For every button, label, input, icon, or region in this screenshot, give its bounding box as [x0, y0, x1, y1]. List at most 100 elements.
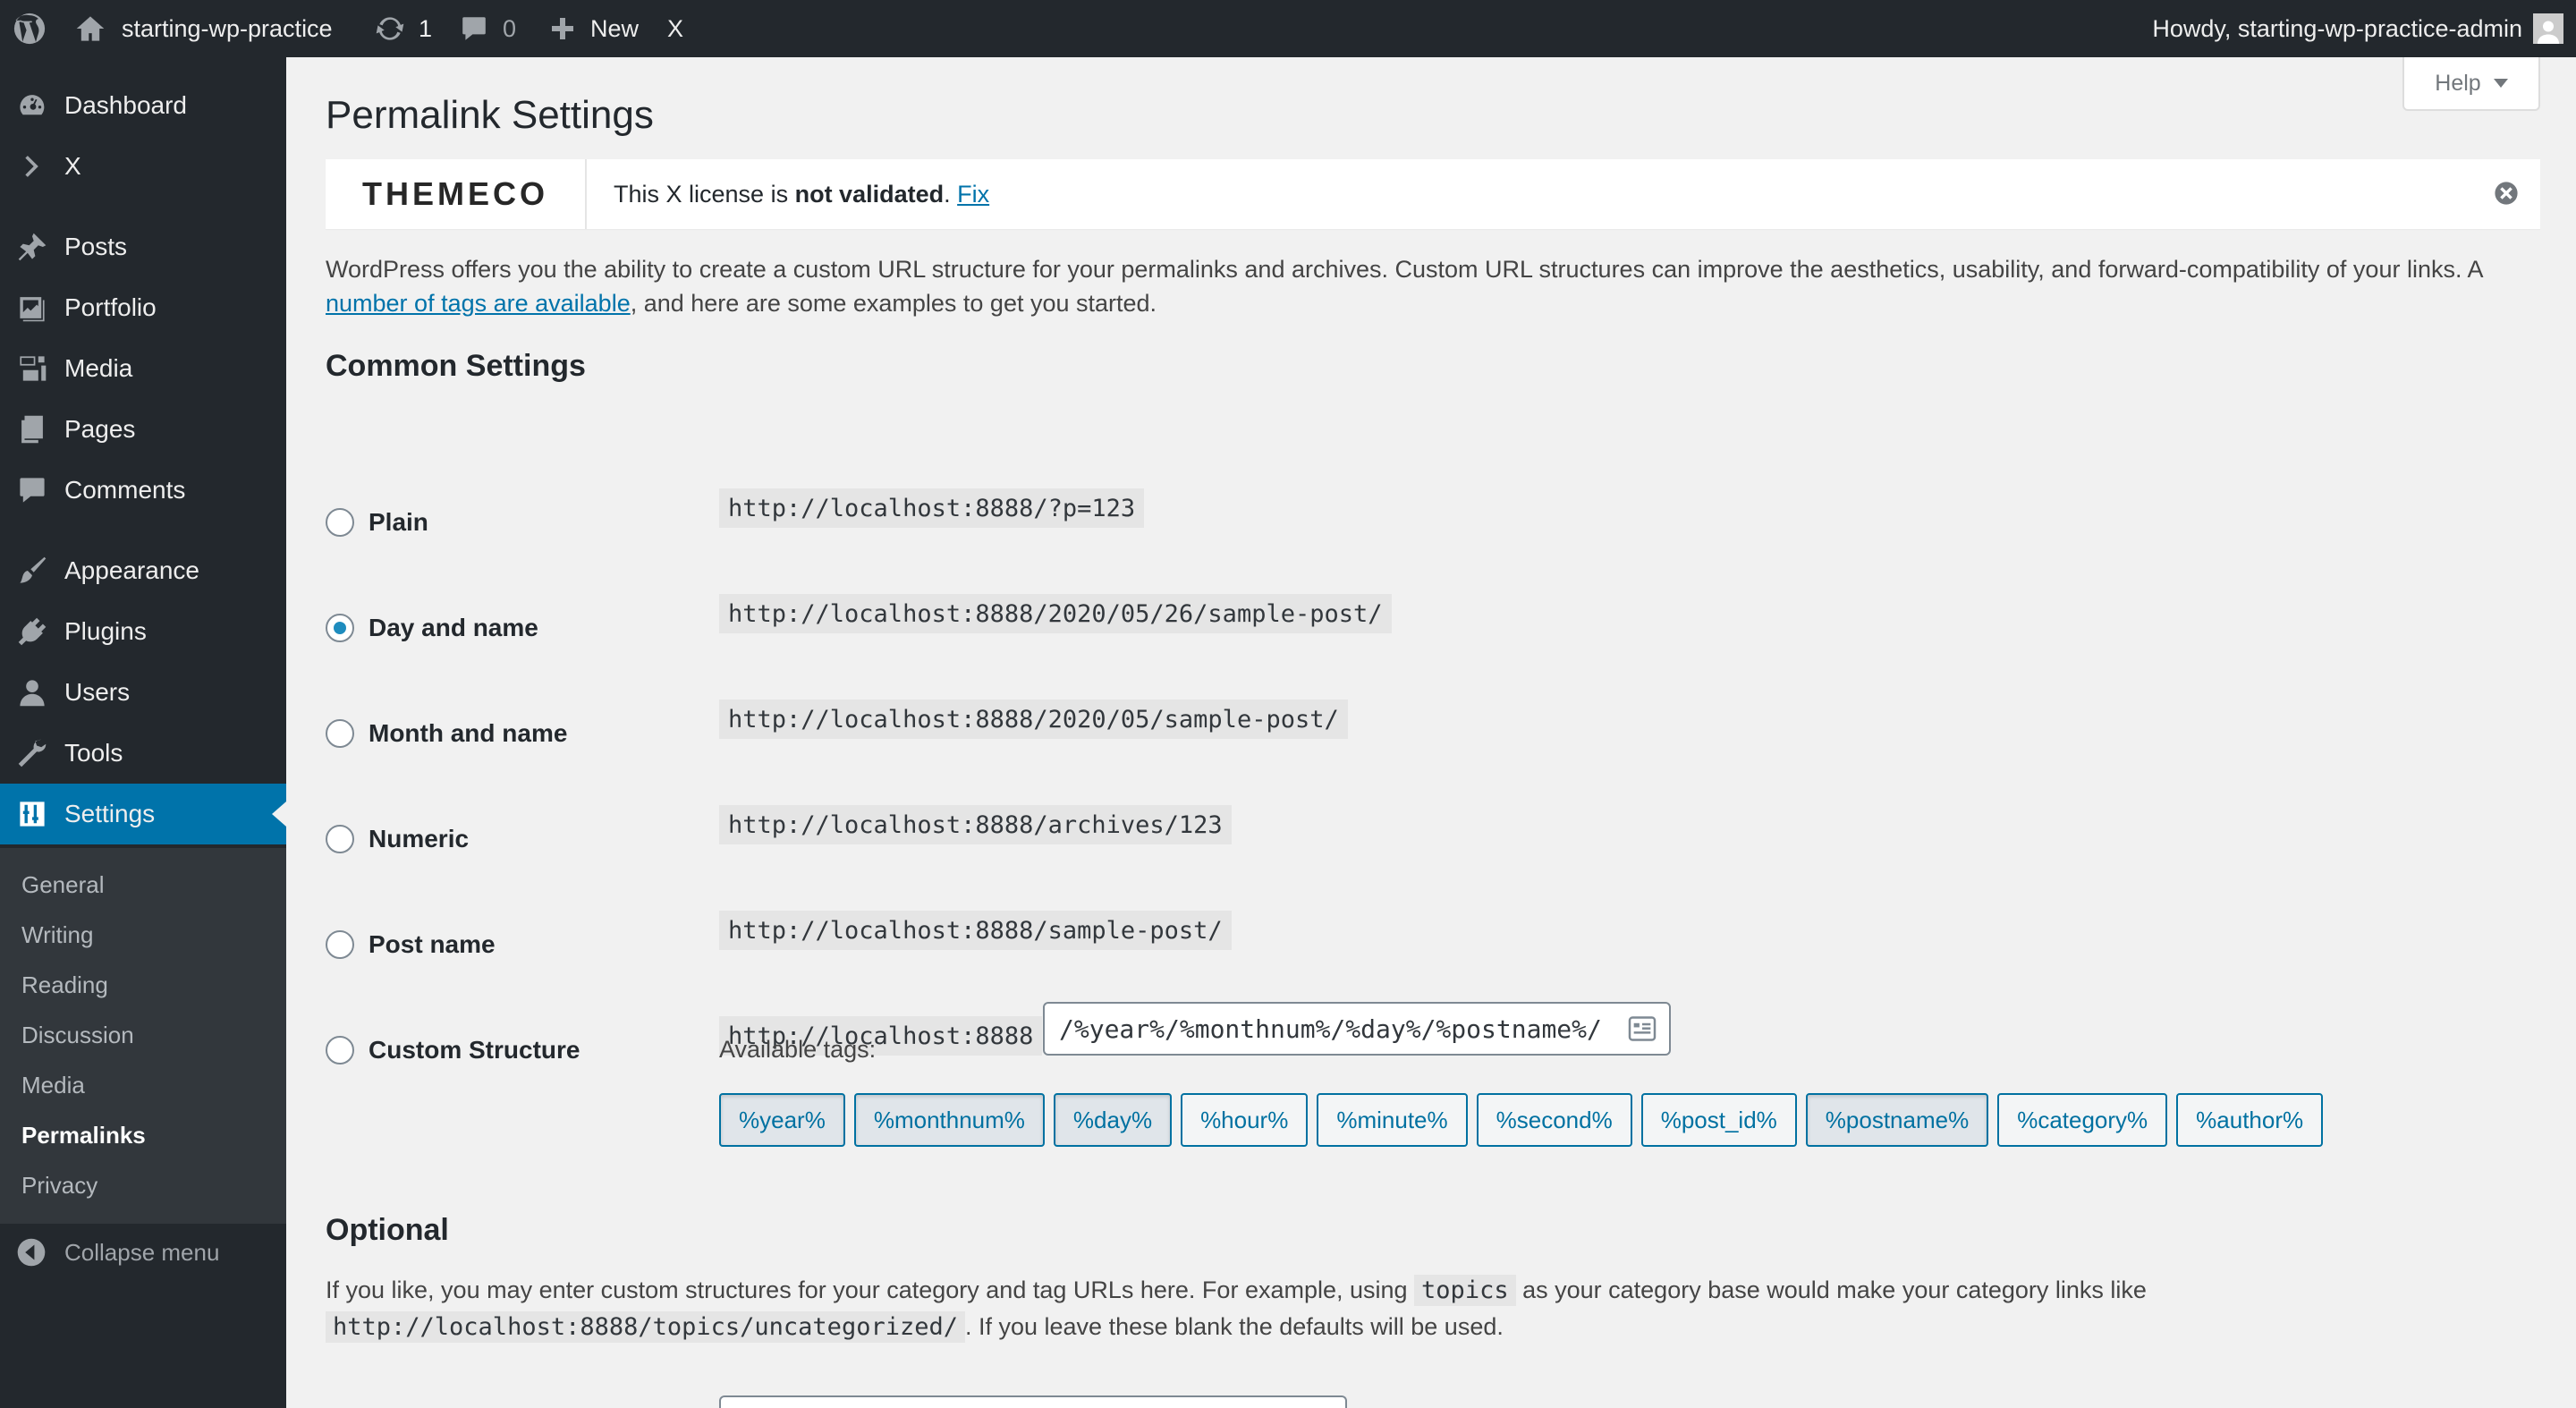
fix-link[interactable]: Fix	[957, 181, 989, 208]
submenu-media[interactable]: Media	[21, 1072, 85, 1099]
example-url-month-and-name: http://localhost:8888/2020/05/sample-pos…	[719, 700, 1348, 739]
tag-category-button[interactable]: %category%	[1997, 1093, 2168, 1147]
pages-icon	[16, 413, 48, 445]
plus-icon	[552, 18, 573, 39]
portfolio-icon	[16, 292, 48, 324]
available-tags: %year% %monthnum% %day% %hour% %minute% …	[719, 1093, 2324, 1147]
option-numeric[interactable]: Numeric	[326, 825, 469, 853]
updates-link[interactable]: 1	[374, 0, 432, 57]
chevron-right-icon	[16, 150, 48, 182]
collapse-label: Collapse menu	[64, 1238, 220, 1266]
tags-available-link[interactable]: number of tags are available	[326, 290, 631, 317]
category-base-input[interactable]	[719, 1395, 1347, 1408]
radio-numeric[interactable]	[326, 825, 354, 853]
menu-label: Portfolio	[64, 293, 157, 321]
tag-author-button[interactable]: %author%	[2176, 1093, 2324, 1147]
optional-paragraph: If you like, you may enter custom struct…	[326, 1272, 2544, 1345]
menu-comments[interactable]: Comments	[0, 460, 286, 521]
admin-sidebar: Dashboard X Posts Portfolio Media Pages …	[0, 57, 286, 1408]
radio-post-name[interactable]	[326, 930, 354, 959]
tag-hour-button[interactable]: %hour%	[1181, 1093, 1309, 1147]
intro-paragraph: WordPress offers you the ability to crea…	[326, 252, 2544, 320]
custom-structure-input[interactable]: /%year%/%monthnum%/%day%/%postname%/	[1043, 1002, 1671, 1056]
menu-dashboard[interactable]: Dashboard	[0, 75, 286, 136]
menu-x[interactable]: X	[0, 136, 286, 197]
optional-text-2: as your category base would make your ca…	[1515, 1277, 2147, 1303]
tag-year-button[interactable]: %year%	[719, 1093, 845, 1147]
menu-tools[interactable]: Tools	[0, 723, 286, 784]
optional-text-3: . If you leave these blank the defaults …	[964, 1313, 1504, 1340]
wordpress-logo-icon[interactable]	[13, 0, 48, 57]
themeco-logo: THEMECO	[326, 159, 587, 229]
notice-prefix: This X license is	[614, 180, 795, 208]
intro-text: WordPress offers you the ability to crea…	[326, 256, 2483, 283]
current-menu-arrow	[272, 802, 286, 827]
intro-text-2: , and here are some examples to get you …	[630, 290, 1157, 317]
collapse-menu-button[interactable]: Collapse menu	[0, 1226, 286, 1279]
x-theme-link[interactable]: X	[667, 0, 683, 57]
tag-monthnum-button[interactable]: %monthnum%	[853, 1093, 1045, 1147]
optional-text-1: If you like, you may enter custom struct…	[326, 1277, 1415, 1303]
comments-link[interactable]: 0	[460, 0, 516, 57]
option-day-and-name[interactable]: Day and name	[326, 614, 538, 642]
menu-media[interactable]: Media	[0, 338, 286, 399]
site-name-link[interactable]: starting-wp-practice	[75, 0, 333, 57]
menu-label: Pages	[64, 415, 136, 443]
media-icon	[16, 352, 48, 385]
page-title: Permalink Settings	[326, 93, 654, 137]
radio-plain[interactable]	[326, 508, 354, 537]
option-custom-structure[interactable]: Custom Structure	[326, 1036, 580, 1064]
wrench-icon	[16, 737, 48, 769]
admin-bar: starting-wp-practice 1 0 New X Howdy, st…	[0, 0, 2576, 57]
menu-posts[interactable]: Posts	[0, 216, 286, 277]
example-url-post-name: http://localhost:8888/sample-post/	[719, 911, 1232, 950]
dashboard-icon	[16, 89, 48, 122]
submenu-permalinks[interactable]: Permalinks	[21, 1122, 146, 1149]
brush-icon	[16, 555, 48, 587]
tag-minute-button[interactable]: %minute%	[1317, 1093, 1468, 1147]
notice-suffix: .	[944, 180, 951, 208]
user-icon	[16, 676, 48, 708]
option-label: Plain	[369, 508, 428, 536]
radio-custom-structure[interactable]	[326, 1036, 354, 1064]
new-content-link[interactable]: New	[549, 0, 639, 57]
option-month-and-name[interactable]: Month and name	[326, 719, 567, 748]
radio-month-and-name[interactable]	[326, 719, 354, 748]
menu-plugins[interactable]: Plugins	[0, 601, 286, 662]
custom-structure-value: /%year%/%monthnum%/%day%/%postname%/	[1059, 1014, 1602, 1044]
dismiss-icon[interactable]	[2494, 181, 2519, 206]
menu-label: Appearance	[64, 556, 200, 584]
tag-postname-button[interactable]: %postname%	[1805, 1093, 1989, 1147]
option-plain[interactable]: Plain	[326, 508, 428, 537]
tag-second-button[interactable]: %second%	[1476, 1093, 1632, 1147]
menu-appearance[interactable]: Appearance	[0, 540, 286, 601]
tag-day-button[interactable]: %day%	[1053, 1093, 1173, 1147]
menu-users[interactable]: Users	[0, 662, 286, 723]
plugin-icon	[16, 615, 48, 648]
common-settings-heading: Common Settings	[326, 349, 586, 383]
submenu-discussion[interactable]: Discussion	[21, 1022, 134, 1049]
optional-code-url: http://localhost:8888/topics/uncategoriz…	[326, 1311, 965, 1343]
menu-settings[interactable]: Settings	[0, 784, 286, 844]
optional-heading: Optional	[326, 1213, 449, 1247]
my-account[interactable]: Howdy, starting-wp-practice-admin	[2152, 0, 2576, 57]
menu-pages[interactable]: Pages	[0, 399, 286, 460]
example-url-numeric: http://localhost:8888/archives/123	[719, 805, 1232, 844]
menu-label: Dashboard	[64, 91, 187, 119]
help-button[interactable]: Help	[2402, 57, 2540, 111]
settings-icon	[16, 798, 48, 830]
submenu-reading[interactable]: Reading	[21, 971, 108, 999]
radio-day-and-name[interactable]	[326, 614, 354, 642]
submenu-general[interactable]: General	[21, 871, 105, 899]
option-label: Custom Structure	[369, 1036, 580, 1064]
menu-portfolio[interactable]: Portfolio	[0, 277, 286, 338]
submenu-writing[interactable]: Writing	[21, 921, 93, 949]
option-post-name[interactable]: Post name	[326, 930, 496, 959]
howdy-greeting: Howdy, starting-wp-practice-admin	[2152, 14, 2522, 42]
tag-list-icon[interactable]	[1628, 1016, 1657, 1041]
comment-bubble-icon	[462, 17, 486, 40]
submenu-privacy[interactable]: Privacy	[21, 1172, 97, 1200]
menu-label: Media	[64, 354, 133, 382]
site-name: starting-wp-practice	[122, 14, 333, 42]
tag-post-id-button[interactable]: %post_id%	[1640, 1093, 1797, 1147]
